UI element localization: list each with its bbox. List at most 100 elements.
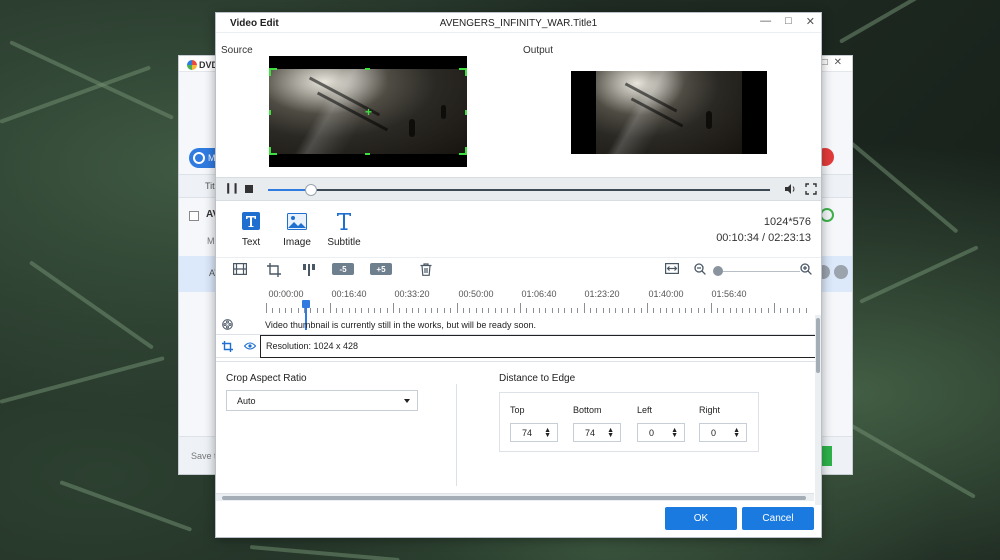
seek-handle[interactable] xyxy=(304,184,317,196)
subtitle-tool-button[interactable]: Subtitle xyxy=(324,211,364,248)
minimize-button[interactable]: — xyxy=(760,15,771,28)
ruler-tick xyxy=(704,308,706,313)
left-spinbox[interactable]: 0 ▲ ▼ xyxy=(637,423,685,442)
visibility-eye-icon[interactable] xyxy=(240,335,260,357)
ruler-tick xyxy=(780,308,782,313)
rewind-5-button[interactable]: -5 xyxy=(332,263,354,275)
ruler-tick xyxy=(373,308,375,313)
ruler-tick xyxy=(488,308,490,313)
volume-icon[interactable] xyxy=(784,183,796,198)
image-tool-button[interactable]: Image xyxy=(277,211,317,248)
cancel-button[interactable]: Cancel xyxy=(742,507,814,530)
video-info: 1024*576 00:10:34 / 02:23:13 xyxy=(716,214,811,246)
crop-handle-bottom[interactable] xyxy=(365,153,370,155)
close-button[interactable]: ✕ xyxy=(806,15,815,28)
time-readout: 00:10:34 / 02:23:13 xyxy=(716,232,811,244)
ruler-tick xyxy=(697,308,699,313)
vertical-scrollbar-thumb[interactable] xyxy=(816,318,820,373)
edit-icon[interactable] xyxy=(834,265,848,279)
ruler-tick xyxy=(621,308,623,313)
crop-icon[interactable] xyxy=(267,263,281,277)
top-spinbox[interactable]: 74 ▲ ▼ xyxy=(510,423,558,442)
ruler-tick xyxy=(799,308,801,313)
zoom-in-icon[interactable] xyxy=(800,263,812,275)
ruler-tick xyxy=(577,308,579,313)
crop-handle-right[interactable] xyxy=(465,110,467,115)
fit-width-icon[interactable] xyxy=(665,263,679,274)
ruler-tick xyxy=(634,308,636,313)
crop-center-icon[interactable]: + xyxy=(365,106,372,118)
ruler-label: 01:40:00 xyxy=(648,289,684,299)
ruler-tick xyxy=(602,308,604,313)
ruler-tick xyxy=(323,308,325,313)
collapse-icon[interactable] xyxy=(189,211,199,221)
ruler-tick xyxy=(526,308,528,313)
ruler-tick xyxy=(380,308,382,313)
crop-handle-bottom-right[interactable] xyxy=(459,147,467,155)
ruler-tick xyxy=(742,308,744,313)
ruler-label: 00:00:00 xyxy=(268,289,304,299)
text-tool-button[interactable]: Text xyxy=(231,211,271,248)
crop-settings: Crop Aspect Ratio Auto Distance to Edge … xyxy=(216,361,816,493)
ruler-tick xyxy=(443,308,445,313)
pause-icon[interactable]: ❙❙ xyxy=(224,184,240,194)
split-icon[interactable] xyxy=(302,263,316,277)
ruler-label: 01:56:40 xyxy=(711,289,747,299)
file-title: AVENGERS_INFINITY_WAR.Title1 xyxy=(439,18,598,29)
refresh-icon[interactable] xyxy=(820,208,834,222)
ruler-tick xyxy=(278,308,280,313)
crop-handle-top-right[interactable] xyxy=(459,68,467,76)
output-preview xyxy=(571,71,767,154)
film-icon[interactable] xyxy=(233,263,247,275)
spin-arrows-icon[interactable]: ▲ ▼ xyxy=(671,427,678,439)
delete-icon[interactable] xyxy=(420,263,432,276)
aspect-ratio-select[interactable]: Auto xyxy=(226,390,418,411)
ruler-tick xyxy=(672,308,674,313)
crop-handle-bottom-left[interactable] xyxy=(269,147,277,155)
ruler-tick xyxy=(520,303,521,313)
horizontal-scrollbar[interactable] xyxy=(216,493,814,501)
ruler-tick xyxy=(316,308,318,313)
zoom-slider-handle[interactable] xyxy=(713,266,723,276)
ruler-tick xyxy=(450,308,452,313)
ruler-tick xyxy=(558,308,560,313)
crop-handle-top-left[interactable] xyxy=(269,68,277,76)
background-window-controls[interactable]: □✕ xyxy=(822,57,848,68)
ok-button[interactable]: OK xyxy=(665,507,737,530)
chevron-down-icon xyxy=(404,399,410,403)
crop-handle-top[interactable] xyxy=(365,68,370,70)
ruler-tick xyxy=(805,308,807,313)
crop-track-clip[interactable]: Resolution: 1024 x 428 xyxy=(260,335,816,358)
zoom-slider[interactable] xyxy=(718,271,800,272)
stop-icon[interactable] xyxy=(245,185,253,193)
spin-arrows-icon[interactable]: ▲ ▼ xyxy=(544,427,551,439)
crop-track[interactable]: Resolution: 1024 x 428 xyxy=(216,335,821,358)
right-label: Right xyxy=(699,405,721,415)
seek-bar[interactable] xyxy=(268,184,770,196)
spin-arrows-icon[interactable]: ▲ ▼ xyxy=(733,427,740,439)
ruler-tick xyxy=(291,308,293,313)
ruler-tick xyxy=(348,308,350,313)
crop-handle-left[interactable] xyxy=(269,110,271,115)
edit-toolbar: -5 +5 xyxy=(216,257,821,283)
ruler-tick xyxy=(691,308,693,313)
crop-aspect-ratio-label: Crop Aspect Ratio xyxy=(226,373,307,384)
ruler-tick xyxy=(393,303,394,313)
spin-arrows-icon[interactable]: ▲ ▼ xyxy=(607,427,614,439)
ruler-tick xyxy=(608,308,610,313)
forward-5-button[interactable]: +5 xyxy=(370,263,392,275)
playhead-handle[interactable] xyxy=(302,300,310,308)
text-icon xyxy=(231,211,271,231)
bottom-spinbox[interactable]: 74 ▲ ▼ xyxy=(573,423,621,442)
thumbnail-message: Video thumbnail is currently still in th… xyxy=(265,320,536,330)
horizontal-scrollbar-thumb[interactable] xyxy=(222,496,806,500)
zoom-out-icon[interactable] xyxy=(694,263,706,275)
source-preview[interactable]: + xyxy=(269,56,467,167)
output-frame xyxy=(596,71,742,154)
maximize-button[interactable]: □ xyxy=(785,15,792,28)
right-spinbox[interactable]: 0 ▲ ▼ xyxy=(699,423,747,442)
image-icon xyxy=(277,211,317,231)
fullscreen-icon[interactable] xyxy=(805,183,817,198)
ruler-tick xyxy=(640,308,642,313)
ruler-tick xyxy=(481,308,483,313)
